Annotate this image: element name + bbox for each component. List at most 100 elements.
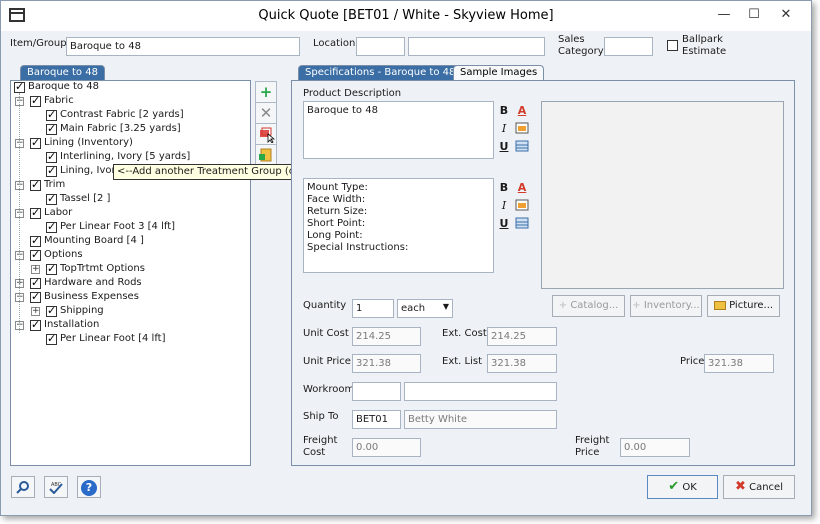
tree-node-checkbox[interactable] bbox=[30, 318, 41, 331]
notes-input[interactable]: Mount Type: Face Width: Return Size: Sho… bbox=[303, 178, 494, 273]
product-image-area[interactable] bbox=[541, 101, 784, 289]
unit-price-input[interactable]: 321.38 bbox=[352, 354, 421, 373]
tree-root-label[interactable]: Baroque to 48 bbox=[28, 81, 99, 92]
tree-node-label[interactable]: Main Fabric [3.25 yards] bbox=[60, 123, 181, 134]
add-group-icon[interactable] bbox=[255, 123, 277, 145]
picture-button[interactable]: Picture... bbox=[707, 295, 780, 317]
tree-node-checkbox[interactable] bbox=[46, 304, 57, 317]
freight-price-input[interactable]: 0.00 bbox=[620, 438, 690, 457]
help-icon[interactable]: ? bbox=[77, 476, 101, 498]
tree-node-checkbox[interactable] bbox=[30, 206, 41, 219]
workroom-label: Workroom bbox=[303, 384, 355, 395]
tree-node-label[interactable]: Per Linear Foot [4 lft] bbox=[60, 333, 166, 344]
tree-node-checkbox[interactable] bbox=[30, 178, 41, 191]
tab-specifications[interactable]: Specifications - Baroque to 48 bbox=[298, 65, 463, 80]
table-icon[interactable] bbox=[514, 139, 530, 155]
tree-node-checkbox[interactable] bbox=[30, 136, 41, 149]
insert-image-icon[interactable] bbox=[514, 121, 530, 137]
tree-node-label[interactable]: TopTrtmt Options bbox=[60, 263, 145, 274]
tree-node-label[interactable]: Contrast Fabric [2 yards] bbox=[60, 109, 184, 120]
ship-to-code-input[interactable]: BET01 bbox=[352, 410, 401, 429]
tree-node-checkbox[interactable] bbox=[46, 150, 57, 163]
ext-list-label: Ext. List bbox=[442, 356, 482, 367]
catalog-plus-icon: + bbox=[558, 300, 568, 311]
product-description-label: Product Description bbox=[303, 88, 402, 99]
tree-node-label[interactable]: Fabric bbox=[44, 95, 74, 106]
tree-node-label[interactable]: Options bbox=[44, 249, 83, 260]
tree-node-label[interactable]: Hardware and Rods bbox=[44, 277, 142, 288]
tree-node-label[interactable]: Business Expenses bbox=[44, 291, 139, 302]
italic-button[interactable]: I bbox=[496, 121, 512, 137]
tree-connector bbox=[19, 93, 20, 333]
tree-node-checkbox[interactable] bbox=[46, 220, 57, 233]
tree-node-checkbox[interactable] bbox=[30, 94, 41, 107]
tab-sample-images[interactable]: Sample Images bbox=[453, 65, 545, 80]
tree-node-checkbox[interactable] bbox=[30, 276, 41, 289]
tree-expander[interactable]: + bbox=[31, 265, 40, 274]
tree-node-label[interactable]: Tassel [2 ] bbox=[60, 193, 110, 204]
workroom-name-input[interactable] bbox=[404, 382, 557, 401]
ext-cost-input[interactable]: 214.25 bbox=[487, 327, 557, 346]
tree-tab[interactable]: Baroque to 48 bbox=[20, 65, 105, 80]
tree-node-label[interactable]: Trim bbox=[44, 179, 65, 190]
freight-cost-input[interactable]: 0.00 bbox=[352, 438, 421, 457]
item-group-label: Item/Group bbox=[10, 38, 67, 49]
notes-italic-button[interactable]: I bbox=[496, 198, 512, 214]
price-input[interactable]: 321.38 bbox=[704, 354, 774, 373]
tree-node-checkbox[interactable] bbox=[30, 234, 41, 247]
copy-icon[interactable] bbox=[255, 144, 277, 166]
sales-category-input[interactable] bbox=[604, 37, 653, 56]
search-icon[interactable] bbox=[11, 476, 35, 498]
quantity-input[interactable]: 1 bbox=[352, 299, 394, 318]
ok-button[interactable]: ✔ OK bbox=[647, 475, 718, 499]
tree-node-checkbox[interactable] bbox=[46, 192, 57, 205]
tree-node-checkbox[interactable] bbox=[30, 290, 41, 303]
x-icon[interactable]: ✕ bbox=[255, 102, 277, 124]
minimize-button[interactable]: — bbox=[711, 5, 737, 25]
notes-insert-image-icon[interactable] bbox=[514, 198, 530, 214]
tree-node-label[interactable]: Mounting Board [4 ] bbox=[44, 235, 144, 246]
location-code-input[interactable] bbox=[356, 37, 405, 56]
product-description-input[interactable]: Baroque to 48 bbox=[303, 101, 494, 159]
tree-node-label[interactable]: Shipping bbox=[60, 305, 104, 316]
font-color-button[interactable]: A bbox=[514, 103, 530, 119]
cancel-button[interactable]: ✖ Cancel bbox=[723, 475, 795, 499]
tree-node-label[interactable]: Labor bbox=[44, 207, 72, 218]
location-desc-input[interactable] bbox=[408, 37, 545, 56]
ballpark-checkbox[interactable] bbox=[667, 40, 678, 51]
catalog-button[interactable]: + Catalog... bbox=[552, 295, 625, 317]
workroom-code-input[interactable] bbox=[352, 382, 401, 401]
tree-node-checkbox[interactable] bbox=[46, 108, 57, 121]
tree-node-label[interactable]: Per Linear Foot 3 [4 lft] bbox=[60, 221, 175, 232]
close-window-button[interactable]: ✕ bbox=[773, 5, 799, 25]
ok-button-label: OK bbox=[682, 482, 697, 493]
tree-expander[interactable]: + bbox=[31, 307, 40, 316]
notes-underline-button[interactable]: U bbox=[496, 216, 512, 232]
plus-icon[interactable]: + bbox=[255, 81, 277, 103]
bold-button[interactable]: B bbox=[496, 103, 512, 119]
ship-to-label: Ship To bbox=[303, 411, 339, 422]
tree-node-checkbox[interactable] bbox=[46, 262, 57, 275]
tree-node-checkbox[interactable] bbox=[30, 248, 41, 261]
tree-node-label[interactable]: Interlining, Ivory [5 yards] bbox=[60, 151, 190, 162]
tree-root-checkbox[interactable] bbox=[14, 80, 25, 93]
tree-node-checkbox[interactable] bbox=[46, 164, 57, 177]
unit-cost-input[interactable]: 214.25 bbox=[352, 327, 421, 346]
unit-cost-label: Unit Cost bbox=[303, 328, 349, 339]
notes-font-color-button[interactable]: A bbox=[514, 180, 530, 196]
notes-table-icon[interactable] bbox=[514, 216, 530, 232]
unit-select[interactable]: each ▼ bbox=[397, 299, 453, 318]
window-title: Quick Quote [BET01 / White - Skyview Hom… bbox=[258, 8, 554, 23]
ext-list-input[interactable]: 321.38 bbox=[487, 354, 557, 373]
tree-node-label[interactable]: Lining (Inventory) bbox=[44, 137, 133, 148]
notes-bold-button[interactable]: B bbox=[496, 180, 512, 196]
tree-node-checkbox[interactable] bbox=[46, 122, 57, 135]
tree-node-checkbox[interactable] bbox=[46, 332, 57, 345]
underline-button[interactable]: U bbox=[496, 139, 512, 155]
spellcheck-icon[interactable]: ABC bbox=[44, 476, 68, 498]
ship-to-name-input[interactable]: Betty White bbox=[404, 410, 557, 429]
maximize-button[interactable]: ☐ bbox=[741, 5, 767, 25]
tree-node-label[interactable]: Installation bbox=[44, 319, 99, 330]
inventory-button[interactable]: + Inventory... bbox=[630, 295, 702, 317]
item-group-input[interactable]: Baroque to 48 bbox=[66, 37, 300, 56]
